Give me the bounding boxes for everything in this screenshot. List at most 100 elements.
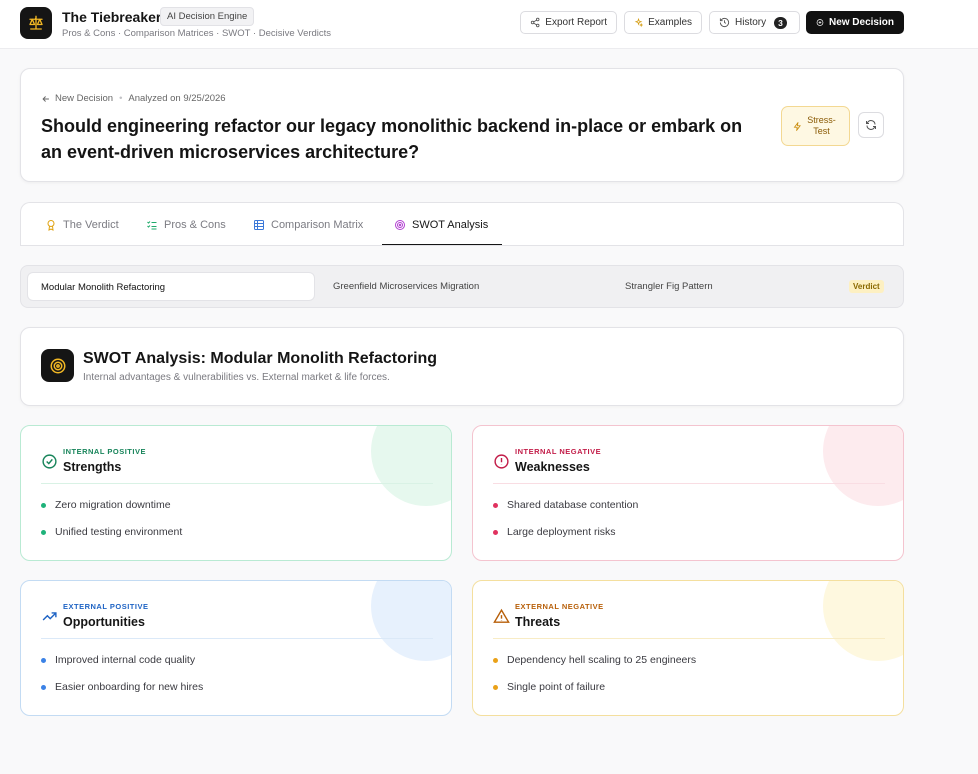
strengths-heading: Strengths: [63, 460, 122, 474]
history-button[interactable]: History 3: [709, 11, 800, 34]
analyzed-date: Analyzed on 9/25/2026: [128, 93, 226, 104]
swot-title: SWOT Analysis: Modular Monolith Refactor…: [83, 350, 438, 367]
tab-swot-analysis[interactable]: SWOT Analysis: [394, 219, 488, 231]
check-circle-icon: [42, 454, 57, 469]
list-item: Single point of failure: [493, 681, 605, 693]
list-item-text: Shared database contention: [507, 499, 639, 511]
trophy-icon: [47, 220, 55, 231]
list-item-text: Unified testing environment: [55, 526, 183, 538]
list-item-text: Dependency hell scaling to 25 engineers: [507, 654, 697, 666]
swot-header-card: SWOT Analysis: Modular Monolith Refactor…: [20, 327, 904, 406]
app-title: The Tiebreaker: [62, 9, 162, 25]
threats-heading: Threats: [515, 615, 561, 629]
divider: [493, 483, 885, 484]
bullet-dot: [493, 684, 498, 690]
list-item-text: Improved internal code quality: [55, 654, 196, 666]
bullet-dot: [41, 684, 46, 690]
history-clock-icon: [719, 17, 730, 28]
bullet-dot: [493, 502, 498, 508]
list-item-text: Large deployment risks: [507, 526, 616, 538]
bullet-dot: [493, 657, 498, 663]
export-report-button[interactable]: Export Report: [520, 11, 617, 34]
divider: [41, 483, 433, 484]
tab-comparison-matrix[interactable]: Comparison Matrix: [253, 219, 363, 231]
weaknesses-kicker: INTERNAL NEGATIVE: [515, 447, 602, 456]
list-item-text: Easier onboarding for new hires: [55, 681, 204, 693]
back-link-label: New Decision: [55, 93, 114, 104]
decorative-blob: [823, 581, 903, 661]
decorative-blob: [371, 426, 451, 506]
new-decision-label: New Decision: [828, 17, 894, 28]
warning-triangle-icon: [493, 608, 510, 623]
decision-question: Should engineering refactor our legacy m…: [41, 116, 743, 162]
list-item-text: Zero migration downtime: [55, 499, 171, 511]
new-decision-button[interactable]: New Decision: [806, 11, 904, 34]
tab-pros-cons[interactable]: Pros & Cons: [146, 219, 226, 231]
grid-icon: [254, 220, 264, 230]
strengths-card: INTERNAL POSITIVE Strengths Zero migrati…: [20, 425, 452, 561]
bullet-dot: [493, 529, 498, 535]
top-bar: The Tiebreaker AI Decision Engine Pros &…: [0, 0, 978, 49]
stress-test-button[interactable]: Stress-Test: [781, 106, 850, 146]
list-item-text: Single point of failure: [507, 681, 606, 693]
target-icon: [41, 349, 74, 382]
analysis-tabs: The Verdict Pros & Cons Comparison Matri…: [20, 202, 904, 246]
option-strangler-fig[interactable]: Strangler Fig Pattern: [625, 272, 713, 301]
tab-label: Pros & Cons: [164, 219, 226, 231]
bullet-dot: [41, 502, 46, 508]
tab-the-verdict[interactable]: The Verdict: [45, 219, 119, 231]
option-greenfield-microservices[interactable]: Greenfield Microservices Migration: [333, 272, 479, 301]
sparkles-icon: [634, 17, 644, 28]
swot-subtitle: Internal advantages & vulnerabilities vs…: [83, 372, 390, 383]
breadcrumb: New Decision • Analyzed on 9/25/2026: [41, 93, 226, 104]
export-report-label: Export Report: [545, 17, 607, 28]
arrow-left-icon: [42, 95, 49, 102]
examples-label: Examples: [648, 17, 692, 28]
refresh-icon: [866, 120, 876, 130]
lightning-icon: [793, 121, 801, 131]
list-item: Large deployment risks: [493, 526, 616, 538]
bullet-dot: [41, 529, 46, 535]
separator-dot: •: [119, 93, 123, 104]
examples-button[interactable]: Examples: [624, 11, 702, 34]
trending-up-icon: [42, 612, 57, 621]
share-icon: [530, 17, 540, 28]
list-item: Easier onboarding for new hires: [41, 681, 203, 693]
target-icon: [395, 220, 405, 230]
option-selector: Modular Monolith Refactoring Greenfield …: [20, 265, 904, 308]
list-item: Improved internal code quality: [41, 654, 195, 666]
decorative-blob: [823, 426, 903, 506]
plus-circle-icon: [816, 19, 824, 26]
refresh-button[interactable]: [858, 112, 884, 138]
app-subtitle: Pros & Cons · Comparison Matrices · SWOT…: [62, 28, 332, 39]
alert-circle-icon: [494, 454, 509, 469]
tab-label: Comparison Matrix: [271, 219, 364, 231]
list-item: Shared database contention: [493, 499, 638, 511]
threats-card: EXTERNAL NEGATIVE Threats Dependency hel…: [472, 580, 904, 716]
back-to-new-decision-link[interactable]: New Decision: [41, 93, 113, 104]
threats-kicker: EXTERNAL NEGATIVE: [515, 602, 604, 611]
opportunities-heading: Opportunities: [63, 615, 145, 629]
question-card: New Decision • Analyzed on 9/25/2026 Sho…: [20, 68, 904, 182]
opportunities-kicker: EXTERNAL POSITIVE: [63, 602, 149, 611]
history-count-badge: 3: [774, 16, 787, 29]
list-item: Dependency hell scaling to 25 engineers: [493, 654, 696, 666]
list-item: Unified testing environment: [41, 526, 182, 538]
option-modular-monolith[interactable]: Modular Monolith Refactoring: [27, 272, 315, 301]
tab-label: The Verdict: [63, 219, 119, 231]
checklist-icon: [147, 221, 157, 230]
opportunities-card: EXTERNAL POSITIVE Opportunities Improved…: [20, 580, 452, 716]
stress-test-label: Stress-Test: [807, 115, 836, 136]
tab-label: SWOT Analysis: [412, 219, 489, 231]
weaknesses-card: INTERNAL NEGATIVE Weaknesses Shared data…: [472, 425, 904, 561]
history-label: History: [735, 17, 767, 28]
divider: [41, 638, 433, 639]
weaknesses-heading: Weaknesses: [515, 460, 590, 474]
app-badge: AI Decision Engine: [160, 7, 255, 26]
scales-logo-icon: [20, 7, 52, 39]
bullet-dot: [41, 657, 46, 663]
verdict-badge: Verdict: [849, 280, 884, 293]
list-item: Zero migration downtime: [41, 499, 171, 511]
divider: [493, 638, 885, 639]
decorative-blob: [371, 581, 451, 661]
